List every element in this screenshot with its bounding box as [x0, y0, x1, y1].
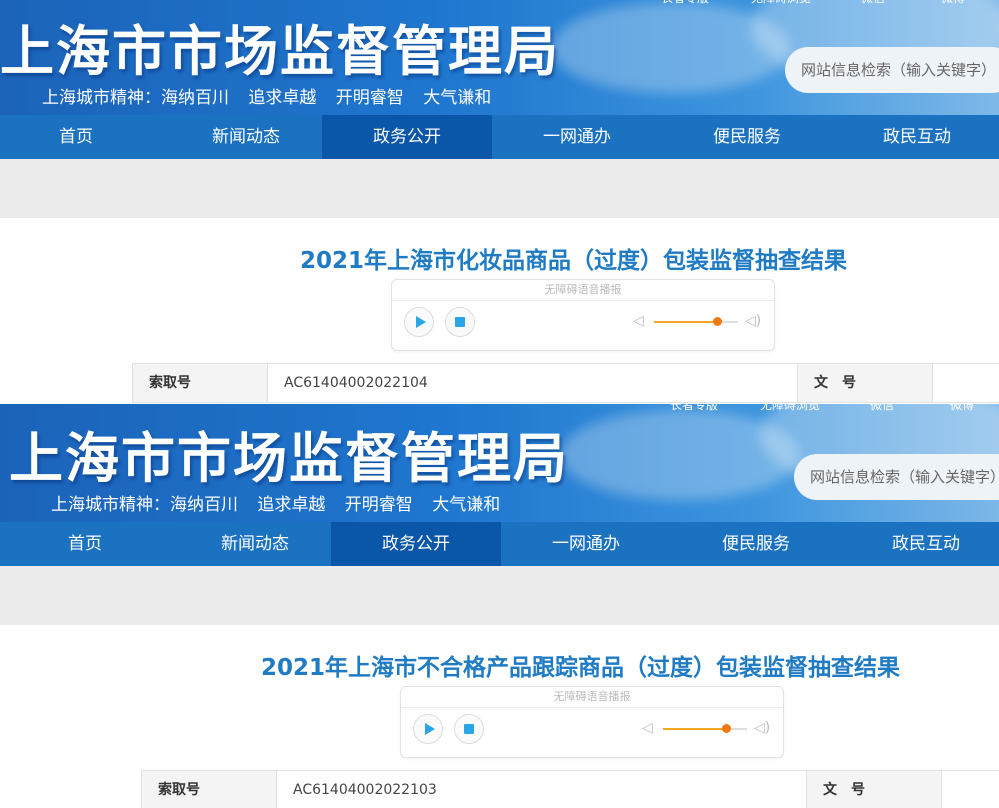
- metadata-row: 索取号 AC61404002022103 文 号: [141, 770, 999, 808]
- top-link-elderly[interactable]: 长者专版: [661, 0, 709, 6]
- nav-item-home[interactable]: 首页: [0, 115, 161, 159]
- metadata-row: 索取号 AC61404002022104 文 号: [132, 363, 999, 403]
- nav-item-online-service[interactable]: 一网通办: [492, 115, 662, 159]
- main-nav: 首页 新闻动态 政务公开 一网通办 便民服务 政民互动: [0, 115, 999, 159]
- site-header: 长者专版 无障碍浏览 微信 微博 上海市市场监督管理局 上海城市精神：海纳百川 …: [0, 404, 999, 522]
- site-slogan: 上海城市精神：海纳百川 追求卓越 开明睿智 大气谦和: [42, 88, 492, 108]
- index-label: 索取号: [142, 771, 276, 808]
- index-label: 索取号: [133, 364, 267, 402]
- index-value: AC61404002022103: [276, 771, 806, 808]
- top-link-wechat[interactable]: 微信: [861, 0, 885, 6]
- nav-item-public-service[interactable]: 便民服务: [662, 115, 832, 159]
- top-link-accessibility[interactable]: 无障碍浏览: [760, 404, 820, 413]
- site-slogan: 上海城市精神：海纳百川 追求卓越 开明睿智 大气谦和: [51, 495, 501, 515]
- volume-mute-icon[interactable]: ◁: [642, 721, 653, 735]
- doc-number-value: [932, 364, 999, 402]
- doc-number-label: 文 号: [797, 364, 932, 402]
- stop-button[interactable]: [445, 307, 475, 337]
- site-title[interactable]: 上海市市场监督管理局: [0, 7, 560, 86]
- volume-slider[interactable]: [654, 317, 738, 326]
- volume-knob[interactable]: [722, 724, 731, 733]
- site-header: 长者专版 无障碍浏览 微信 微博 上海市市场监督管理局 上海城市精神：海纳百川 …: [0, 0, 999, 115]
- volume-fill: [654, 321, 717, 323]
- nav-item-gov-affairs[interactable]: 政务公开: [331, 522, 501, 566]
- play-button[interactable]: [404, 307, 434, 337]
- volume-knob[interactable]: [713, 317, 722, 326]
- top-link-weibo[interactable]: 微博: [941, 0, 965, 6]
- screenshot-panel-1: 长者专版 无障碍浏览 微信 微博 上海市市场监督管理局 上海城市精神：海纳百川 …: [0, 0, 999, 404]
- nav-item-gov-affairs[interactable]: 政务公开: [322, 115, 492, 159]
- volume-up-icon[interactable]: ◁): [754, 721, 770, 735]
- doc-number-label: 文 号: [806, 771, 941, 808]
- search-input[interactable]: 网站信息检索（输入关键字）: [794, 454, 999, 500]
- main-nav: 首页 新闻动态 政务公开 一网通办 便民服务 政民互动: [0, 522, 999, 566]
- nav-item-interaction[interactable]: 政民互动: [841, 522, 999, 566]
- audio-player: 无障碍语音播报 ◁ ◁): [391, 279, 775, 351]
- top-links: 长者专版 无障碍浏览 微信 微博: [661, 0, 999, 9]
- top-link-elderly[interactable]: 长者专版: [670, 404, 718, 413]
- top-link-accessibility[interactable]: 无障碍浏览: [751, 0, 811, 6]
- volume-up-icon[interactable]: ◁): [745, 314, 761, 328]
- volume-slider[interactable]: [663, 724, 747, 733]
- top-links: 长者专版 无障碍浏览 微信 微博: [670, 404, 999, 416]
- audio-player-title: 无障碍语音播报: [401, 687, 783, 708]
- nav-item-home[interactable]: 首页: [0, 522, 170, 566]
- doc-number-value: [941, 771, 999, 808]
- gray-banner: [0, 566, 999, 625]
- nav-item-public-service[interactable]: 便民服务: [671, 522, 841, 566]
- nav-item-online-service[interactable]: 一网通办: [501, 522, 671, 566]
- site-title[interactable]: 上海市市场监督管理局: [9, 414, 569, 493]
- article-title: 2021年上海市不合格产品跟踪商品（过度）包装监督抽查结果: [261, 655, 901, 681]
- stop-button[interactable]: [454, 714, 484, 744]
- volume-mute-icon[interactable]: ◁: [633, 314, 644, 328]
- volume-fill: [663, 728, 726, 730]
- nav-item-interaction[interactable]: 政民互动: [832, 115, 999, 159]
- article-title: 2021年上海市化妆品商品（过度）包装监督抽查结果: [300, 248, 848, 274]
- play-button[interactable]: [413, 714, 443, 744]
- screenshot-panel-2: 长者专版 无障碍浏览 微信 微博 上海市市场监督管理局 上海城市精神：海纳百川 …: [0, 404, 999, 808]
- audio-player-title: 无障碍语音播报: [392, 280, 774, 301]
- index-value: AC61404002022104: [267, 364, 797, 402]
- top-link-wechat[interactable]: 微信: [870, 404, 894, 413]
- top-link-weibo[interactable]: 微博: [950, 404, 974, 413]
- nav-item-news[interactable]: 新闻动态: [161, 115, 331, 159]
- nav-item-news[interactable]: 新闻动态: [170, 522, 340, 566]
- gray-banner: [0, 159, 999, 218]
- search-input[interactable]: 网站信息检索（输入关键字）: [785, 47, 999, 93]
- audio-player: 无障碍语音播报 ◁ ◁): [400, 686, 784, 758]
